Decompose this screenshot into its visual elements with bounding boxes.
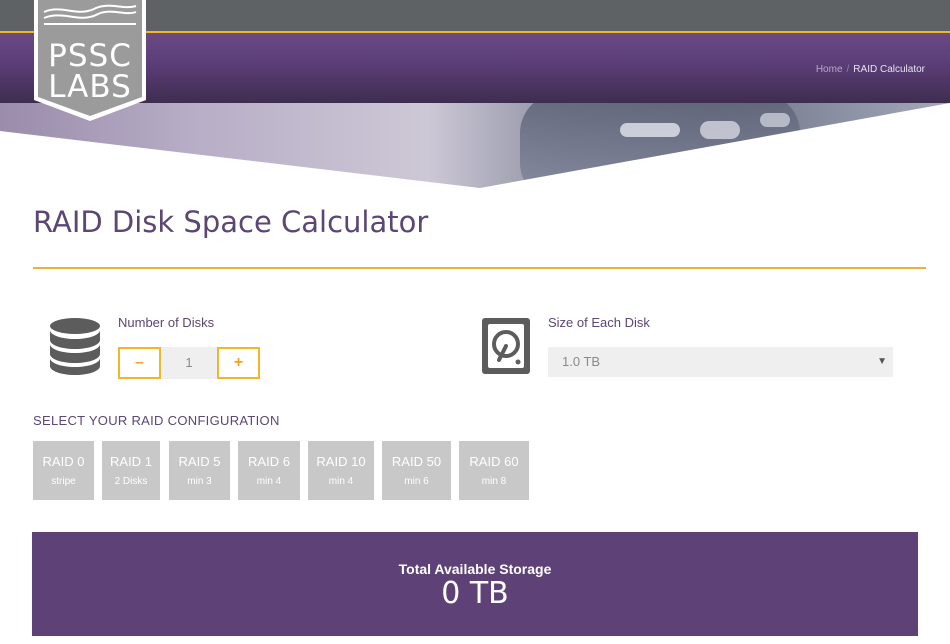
raid-60-button[interactable]: RAID 60 min 8: [459, 441, 529, 500]
logo-text-labs: LABS: [48, 69, 132, 105]
raid-5-button[interactable]: RAID 5 min 3: [169, 441, 230, 500]
raid-option-name: RAID 50: [391, 454, 442, 469]
raid-option-sub: min 4: [256, 476, 282, 487]
breadcrumb-separator: /: [846, 64, 850, 75]
breadcrumb-home-link[interactable]: Home: [816, 64, 843, 75]
breadcrumb-current: RAID Calculator: [853, 64, 925, 75]
chevron-down-icon: ▼: [877, 356, 887, 367]
raid-option-sub: min 4: [328, 476, 354, 487]
raid-option-name: RAID 60: [469, 454, 519, 469]
raid-1-button[interactable]: RAID 1 2 Disks: [102, 441, 160, 500]
raid-option-name: RAID 5: [178, 454, 221, 469]
raid-0-button[interactable]: RAID 0 stripe: [33, 441, 94, 500]
raid-option-sub: 2 Disks: [114, 476, 148, 487]
increment-disks-button[interactable]: +: [217, 347, 260, 379]
raid-option-sub: min 3: [187, 476, 212, 487]
raid-option-name: RAID 10: [316, 454, 366, 469]
disk-size-select[interactable]: 1.0 TB ▼: [548, 347, 893, 377]
disk-size-selected-value: 1.0 TB: [562, 354, 601, 369]
raid-config-heading: SELECT YOUR RAID CONFIGURATION: [33, 413, 280, 428]
raid-option-name: RAID 0: [42, 454, 85, 469]
raid-10-button[interactable]: RAID 10 min 4: [308, 441, 374, 500]
raid-option-name: RAID 1: [110, 454, 152, 469]
raid-option-sub: min 8: [481, 476, 507, 487]
page-title: RAID Disk Space Calculator: [33, 205, 429, 239]
total-storage-panel: Total Available Storage 0 TB: [32, 532, 918, 636]
disk-size-label: Size of Each Disk: [548, 315, 650, 330]
raid-option-sub: min 6: [404, 476, 429, 487]
raid-50-button[interactable]: RAID 50 min 6: [382, 441, 451, 500]
total-storage-value: 0 TB: [441, 576, 509, 611]
decrement-disks-button[interactable]: –: [118, 347, 161, 379]
disk-count-input[interactable]: 1: [161, 347, 217, 379]
database-icon: [50, 318, 100, 375]
breadcrumb: Home / RAID Calculator: [816, 64, 925, 75]
raid-option-name: RAID 6: [248, 454, 290, 469]
hard-drive-icon: [482, 318, 530, 374]
raid-6-button[interactable]: RAID 6 min 4: [238, 441, 300, 500]
total-storage-label: Total Available Storage: [398, 561, 552, 577]
title-divider: [33, 267, 926, 269]
logo-text-pssc: PSSC: [48, 38, 132, 74]
disk-count-label: Number of Disks: [118, 315, 215, 330]
raid-option-sub: stripe: [51, 476, 76, 487]
